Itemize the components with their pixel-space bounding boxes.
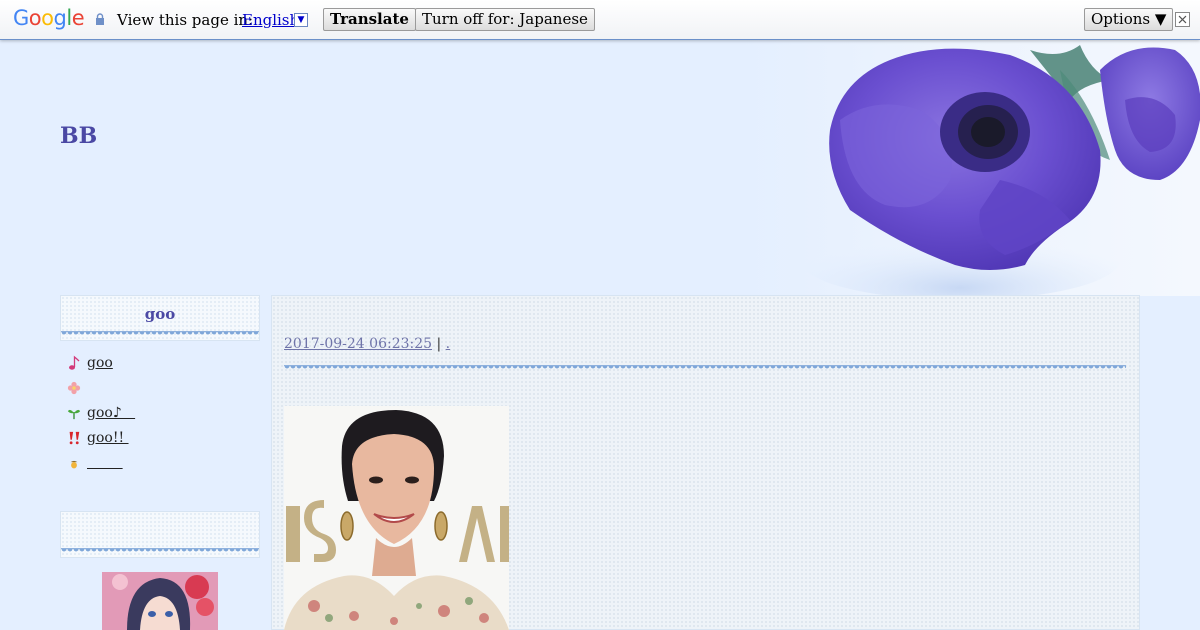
portrait-image [284, 406, 509, 630]
flower-icon [67, 381, 81, 394]
translate-button[interactable]: Translate [323, 8, 416, 31]
blog-header: BB [0, 40, 1200, 296]
google-logo: Google [13, 6, 85, 30]
anemone-flower-image [800, 45, 1200, 296]
sidebar-link[interactable]: goo!! [87, 430, 129, 446]
sidebar-box-title: goo [144, 305, 176, 323]
sidebar-link[interactable]: goo♪ [87, 405, 135, 421]
sidebar-item[interactable]: goo♪ [67, 400, 135, 425]
meta-separator: | [436, 336, 442, 352]
options-button[interactable]: Options ▼ [1084, 8, 1174, 31]
sidebar-item[interactable] [67, 450, 135, 475]
sidebar-box-header: goo [60, 295, 260, 341]
site-title[interactable]: BB [60, 123, 97, 149]
exclamation-icon [69, 431, 80, 444]
sidebar-item[interactable]: goo [67, 350, 135, 375]
entry-category-link[interactable]: . [446, 336, 450, 352]
acorn-icon [70, 460, 78, 468]
lace-divider [61, 331, 259, 337]
sidebar-item[interactable]: goo!! [67, 425, 135, 450]
entry-meta: 2017-09-24 06:23:25 | . [284, 336, 450, 352]
entry-photo[interactable] [284, 406, 509, 630]
sidebar-link[interactable]: goo [87, 355, 113, 371]
sidebar-box-profile [60, 511, 260, 558]
lock-icon [96, 13, 104, 25]
turn-off-button[interactable]: Turn off for: Japanese [415, 8, 595, 31]
lace-divider [61, 548, 259, 554]
translate-bar: Google View this page in: English ▼ Tran… [0, 0, 1200, 40]
profile-avatar[interactable] [102, 572, 218, 630]
language-select[interactable]: English [242, 11, 299, 29]
view-page-label: View this page in: [117, 11, 254, 29]
music-note-icon [69, 355, 80, 370]
sidebar-link-list: goo goo♪ goo!! [67, 350, 135, 475]
lace-divider [284, 365, 1126, 371]
sprout-icon [67, 409, 81, 419]
close-icon[interactable] [1175, 12, 1190, 27]
chevron-down-icon[interactable]: ▼ [294, 13, 308, 27]
entry-date-link[interactable]: 2017-09-24 06:23:25 [284, 336, 432, 352]
sidebar-link[interactable] [87, 455, 123, 471]
sidebar-box-title [61, 512, 259, 521]
avatar-illustration [102, 572, 218, 630]
sidebar-item[interactable] [67, 375, 135, 400]
